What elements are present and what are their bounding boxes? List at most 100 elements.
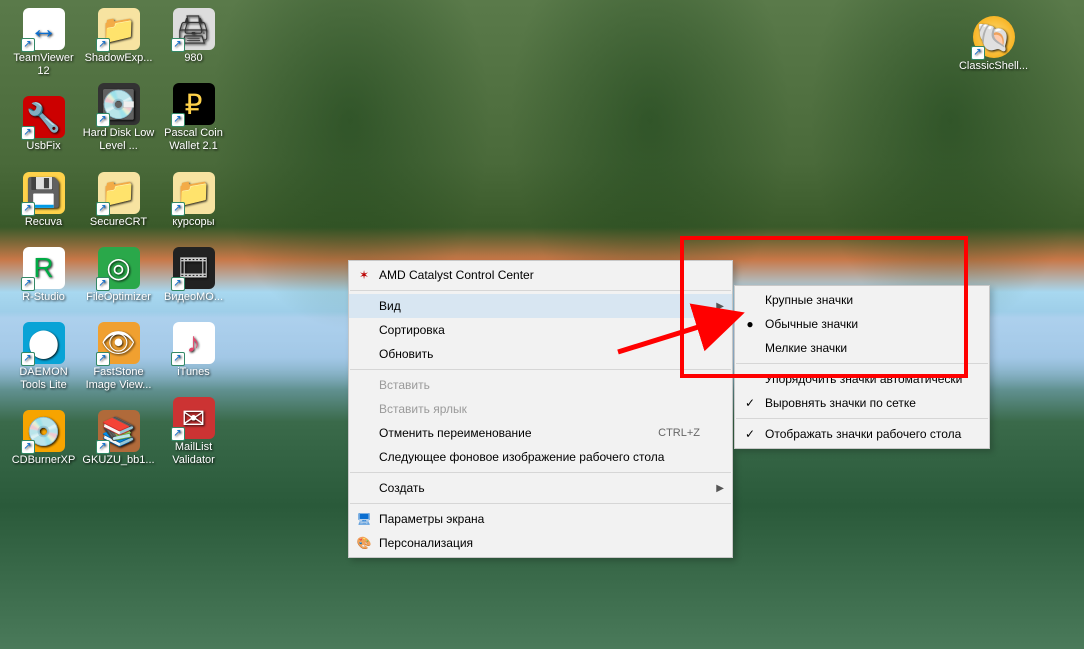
shortcut-arrow-icon: ↗: [171, 38, 185, 52]
desktop-icon[interactable]: ♪↗ iTunes: [156, 320, 231, 381]
view-submenu[interactable]: Крупные значки ● Обычные значки Мелкие з…: [734, 285, 990, 449]
app-icon: 🖨↗: [173, 8, 215, 50]
menu-label: Крупные значки: [761, 293, 981, 307]
menu-label: Обновить: [375, 347, 710, 361]
desktop-icon[interactable]: 👁↗FastStone Image View...: [81, 320, 156, 394]
desktop-icon[interactable]: ₽↗Pascal Coin Wallet 2.1: [156, 81, 231, 155]
desktop-icon[interactable]: 📁↗SecureCRT: [81, 170, 156, 231]
app-icon: 💾↗: [23, 172, 65, 214]
menu-item-personalize[interactable]: 🎨 Персонализация: [349, 531, 732, 555]
shortcut-arrow-icon: ↗: [171, 277, 185, 291]
menu-label: Вид: [375, 299, 710, 313]
menu-label: Выровнять значки по сетке: [761, 396, 981, 410]
shortcut-arrow-icon: ↗: [96, 277, 110, 291]
menu-separator: [350, 503, 731, 504]
desktop-icon[interactable]: ⬤↗DAEMON Tools Lite: [6, 320, 81, 394]
submenu-item-show-icons[interactable]: ✓ Отображать значки рабочего стола: [735, 422, 989, 446]
chevron-right-icon: ▶: [710, 483, 724, 494]
icon-label: ВидеоМО...: [164, 291, 223, 304]
shortcut-arrow-icon: ↗: [96, 202, 110, 216]
icon-label: iTunes: [177, 366, 210, 379]
shortcut-arrow-icon: ↗: [21, 440, 35, 454]
menu-separator: [350, 290, 731, 291]
amd-icon: ✶: [353, 268, 375, 282]
shortcut-arrow-icon: ↗: [96, 38, 110, 52]
app-icon: 📚↗: [98, 410, 140, 452]
icon-label: ShadowExp...: [85, 52, 153, 65]
desktop-icon[interactable]: 💿↗CDBurnerXP: [6, 408, 81, 469]
shortcut-arrow-icon: ↗: [971, 46, 985, 60]
shortcut-arrow-icon: ↗: [171, 427, 185, 441]
desktop-icon-grid: ↔↗TeamViewer 12 🔧↗UsbFix 💾↗Recuva R↗ R-Studi…: [6, 6, 231, 470]
personalize-icon: 🎨: [353, 536, 375, 550]
app-icon: ⬤↗: [23, 322, 65, 364]
desktop-icon[interactable]: ↔↗TeamViewer 12: [6, 6, 81, 80]
menu-item-refresh[interactable]: Обновить: [349, 342, 732, 366]
submenu-item-align-to-grid[interactable]: ✓ Выровнять значки по сетке: [735, 391, 989, 415]
app-icon: R↗: [23, 247, 65, 289]
menu-label: Отображать значки рабочего стола: [761, 427, 981, 441]
menu-separator: [736, 363, 988, 364]
shortcut-arrow-icon: ↗: [21, 202, 35, 216]
icon-label: R-Studio: [22, 291, 65, 304]
menu-label: Обычные значки: [761, 317, 981, 331]
desktop-context-menu[interactable]: ✶ AMD Catalyst Control Center Вид ▶ Сорт…: [348, 260, 733, 558]
menu-label: Следующее фоновое изображение рабочего с…: [375, 450, 710, 464]
app-icon: ₽↗: [173, 83, 215, 125]
desktop-icon[interactable]: ✉↗MailList Validator: [156, 395, 231, 469]
menu-label: Вставить ярлык: [375, 402, 710, 416]
desktop-icon[interactable]: R↗ R-Studio: [6, 245, 81, 306]
desktop-icon[interactable]: 💾↗Recuva: [6, 170, 81, 231]
menu-label: Упорядочить значки автоматически: [761, 372, 981, 386]
menu-item-next-wallpaper[interactable]: Следующее фоновое изображение рабочего с…: [349, 445, 732, 469]
menu-item-paste-shortcut: Вставить ярлык: [349, 397, 732, 421]
menu-label: Персонализация: [375, 536, 710, 550]
app-icon: 📁↗: [98, 172, 140, 214]
app-icon: ♪↗: [173, 322, 215, 364]
menu-item-amd-catalyst[interactable]: ✶ AMD Catalyst Control Center: [349, 263, 732, 287]
icon-label: курсоры: [172, 216, 214, 229]
app-icon: ◎↗: [98, 247, 140, 289]
desktop-icon-classicshell[interactable]: 🐚 ↗ ClassicShell...: [956, 14, 1031, 75]
submenu-item-large-icons[interactable]: Крупные значки: [735, 288, 989, 312]
menu-label: Вставить: [375, 378, 710, 392]
desktop-icon[interactable]: 💽↗Hard Disk Low Level ...: [81, 81, 156, 155]
icon-label: FastStone Image View...: [82, 366, 156, 392]
desktop-icon[interactable]: 📚↗ GKUZU_bb1...: [81, 408, 156, 469]
icon-label: 980: [184, 52, 202, 65]
menu-label: Параметры экрана: [375, 512, 710, 526]
submenu-item-small-icons[interactable]: Мелкие значки: [735, 336, 989, 360]
shortcut-arrow-icon: ↗: [21, 38, 35, 52]
desktop-icon[interactable]: 📁↗ShadowExp...: [81, 6, 156, 67]
icon-label: CDBurnerXP: [12, 454, 76, 467]
shell-icon: 🐚 ↗: [973, 16, 1015, 58]
app-icon: 👁↗: [98, 322, 140, 364]
desktop-icon[interactable]: 🔧↗UsbFix: [6, 94, 81, 155]
check-icon: ✓: [739, 427, 761, 441]
chevron-right-icon: ▶: [710, 325, 724, 336]
menu-item-sort[interactable]: Сортировка ▶: [349, 318, 732, 342]
app-icon: 🔧↗: [23, 96, 65, 138]
app-icon: ✉↗: [173, 397, 215, 439]
menu-shortcut: CTRL+Z: [658, 427, 710, 439]
shortcut-arrow-icon: ↗: [96, 440, 110, 454]
icon-label: FileOptimizer: [86, 291, 151, 304]
desktop-icon[interactable]: ◎↗ FileOptimizer: [81, 245, 156, 306]
menu-item-view[interactable]: Вид ▶: [349, 294, 732, 318]
desktop-icon[interactable]: 🖨↗ 980: [156, 6, 231, 67]
chevron-right-icon: ▶: [710, 301, 724, 312]
shortcut-arrow-icon: ↗: [171, 352, 185, 366]
icon-label: GKUZU_bb1...: [82, 454, 154, 467]
icon-label: MailList Validator: [157, 441, 231, 467]
radio-selected-icon: ●: [739, 317, 761, 331]
menu-label: AMD Catalyst Control Center: [375, 268, 710, 282]
menu-item-display-settings[interactable]: 🖥 Параметры экрана: [349, 507, 732, 531]
desktop-icon[interactable]: 📁↗курсоры: [156, 170, 231, 231]
desktop-icon[interactable]: 🎞↗ВидеоМО...: [156, 245, 231, 306]
submenu-item-medium-icons[interactable]: ● Обычные значки: [735, 312, 989, 336]
shortcut-arrow-icon: ↗: [21, 277, 35, 291]
menu-item-undo-rename[interactable]: Отменить переименование CTRL+Z: [349, 421, 732, 445]
menu-item-new[interactable]: Создать ▶: [349, 476, 732, 500]
submenu-item-auto-arrange[interactable]: Упорядочить значки автоматически: [735, 367, 989, 391]
icon-label: Hard Disk Low Level ...: [82, 127, 156, 153]
